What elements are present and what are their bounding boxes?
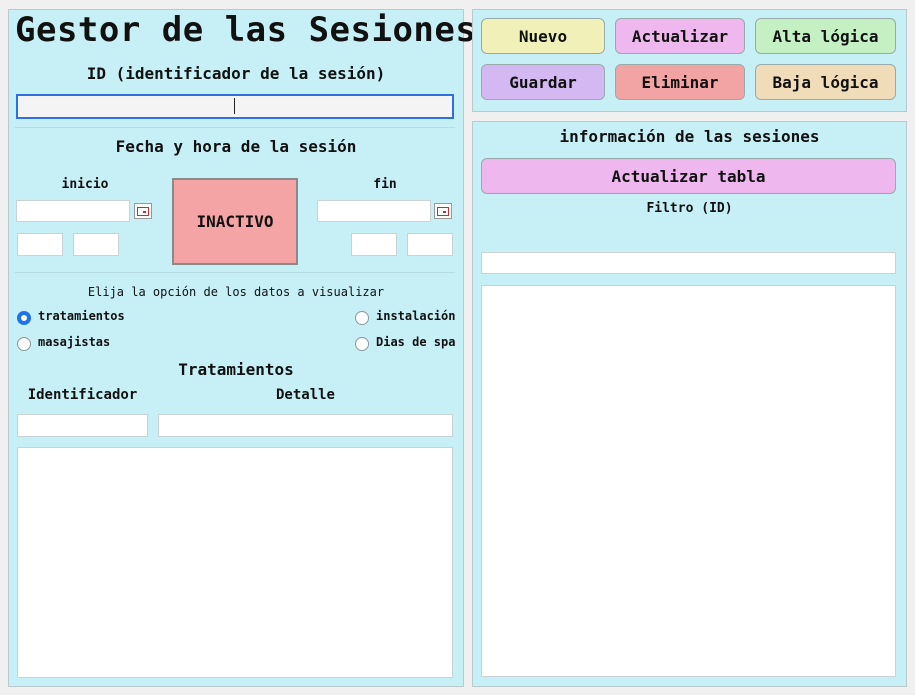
end-minute-field[interactable]: [407, 233, 453, 256]
calendar-icon[interactable]: [434, 203, 452, 219]
section-title: Tratamientos: [178, 360, 294, 379]
filter-label: Filtro (ID): [646, 201, 733, 216]
baja-logica-button[interactable]: Baja lógica: [755, 64, 896, 100]
end-hour-field[interactable]: [351, 233, 397, 256]
detalle-input[interactable]: [158, 414, 453, 437]
calendar-icon[interactable]: [134, 203, 152, 219]
sessions-table[interactable]: [481, 285, 896, 677]
column-label-detalle: Detalle: [275, 387, 335, 403]
radio-instalacion[interactable]: [355, 311, 369, 325]
choose-text: Elija la opción de los datos a visualiza…: [87, 285, 385, 299]
identificador-input[interactable]: [17, 414, 148, 437]
divider: [15, 272, 455, 273]
start-label: inicio: [61, 177, 109, 192]
actualizar-button[interactable]: Actualizar: [615, 18, 745, 54]
radio-label-tratamientos: tratamientos: [38, 309, 125, 323]
filter-input[interactable]: [481, 252, 896, 274]
radio-label-masajistas: masajistas: [38, 335, 111, 349]
end-label: fin: [373, 177, 397, 192]
start-date-field[interactable]: [16, 200, 130, 222]
status-button[interactable]: INACTIVO: [172, 178, 298, 265]
alta-logica-button[interactable]: Alta lógica: [755, 18, 896, 54]
radio-masajistas[interactable]: [17, 337, 31, 351]
datetime-heading: Fecha y hora de la sesión: [115, 137, 357, 156]
eliminar-button[interactable]: Eliminar: [615, 64, 745, 100]
column-label-identificador: Identificador: [27, 387, 138, 403]
nuevo-button[interactable]: Nuevo: [481, 18, 605, 54]
tratamientos-list[interactable]: [17, 447, 453, 678]
start-minute-field[interactable]: [73, 233, 119, 256]
page-title: Gestor de las Sesiones: [15, 10, 477, 50]
radio-tratamientos[interactable]: [17, 311, 31, 325]
start-hour-field[interactable]: [17, 233, 63, 256]
divider: [15, 127, 455, 128]
radio-dias-spa[interactable]: [355, 337, 369, 351]
guardar-button[interactable]: Guardar: [481, 64, 605, 100]
radio-label-dias-spa: Dias de spa: [376, 335, 456, 349]
actualizar-tabla-button[interactable]: Actualizar tabla: [481, 158, 896, 194]
sessions-heading: información de las sesiones: [559, 127, 820, 146]
radio-label-instalacion: instalación: [376, 309, 456, 323]
id-input[interactable]: [16, 94, 454, 119]
end-date-field[interactable]: [317, 200, 431, 222]
text-cursor: [234, 98, 235, 114]
id-label: ID (identificador de la sesión): [86, 64, 386, 83]
